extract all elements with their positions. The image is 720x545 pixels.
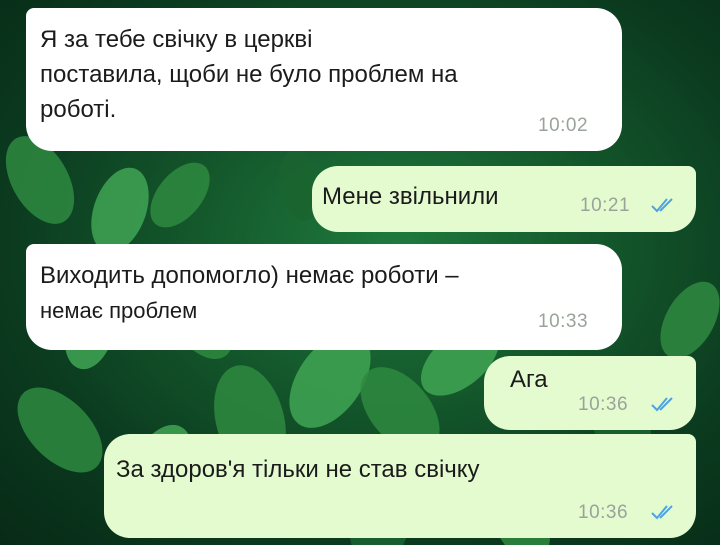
- message-bubble-incoming[interactable]: Я за тебе свічку в церкві поставила, щоб…: [26, 8, 622, 151]
- message-time: 10:36: [578, 502, 629, 523]
- message-bubble-outgoing[interactable]: Ага 10:36: [484, 356, 696, 430]
- message-line: Я за тебе свічку в церкві: [40, 26, 313, 53]
- read-double-tick-icon: [651, 505, 673, 520]
- message-bubble-outgoing[interactable]: Мене звільнили 10:21: [312, 166, 696, 232]
- message-time: 10:36: [578, 394, 629, 415]
- read-double-tick-icon: [651, 198, 673, 213]
- message-bubble-outgoing[interactable]: За здоров'я тільки не став свічку 10:36: [104, 434, 696, 538]
- message-bubble-incoming[interactable]: Виходить допомогло) немає роботи – немає…: [26, 244, 622, 350]
- message-line: Виходить допомогло) немає роботи –: [40, 262, 459, 289]
- message-text: Я за тебе свічку в церкві поставила, щоб…: [40, 22, 458, 127]
- message-text: Ага: [510, 366, 548, 393]
- message-line: роботі.: [40, 96, 117, 123]
- message-time: 10:02: [538, 115, 589, 136]
- read-double-tick-icon: [651, 397, 673, 412]
- message-text: Мене звільнили: [322, 183, 499, 210]
- message-line: немає проблем: [40, 298, 198, 323]
- message-time: 10:33: [538, 311, 589, 332]
- message-line: поставила, щоби не було проблем на: [40, 61, 458, 88]
- message-text: Виходить допомогло) немає роботи – немає…: [40, 258, 459, 328]
- message-text: За здоров'я тільки не став свічку: [116, 456, 480, 483]
- message-time: 10:21: [580, 195, 631, 216]
